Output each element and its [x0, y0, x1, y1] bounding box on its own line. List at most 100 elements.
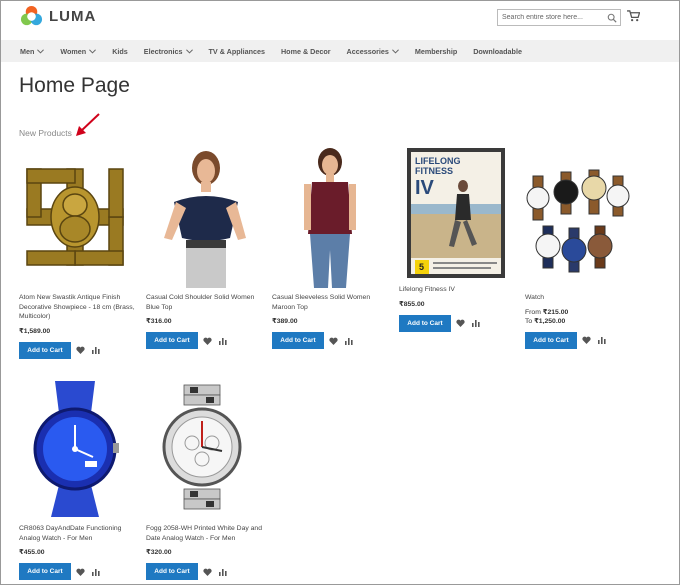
- nav-item-membership[interactable]: Membership: [415, 47, 457, 56]
- product-image[interactable]: [525, 146, 637, 288]
- store-logo[interactable]: LUMA: [20, 5, 96, 28]
- compare-icon[interactable]: [219, 337, 227, 345]
- nav-item-electronics[interactable]: Electronics: [144, 47, 193, 56]
- chevron-down-icon: [391, 48, 399, 53]
- add-to-cart-button[interactable]: Add to Cart: [146, 563, 198, 580]
- swastik-showpiece-image: [26, 168, 124, 266]
- compare-icon[interactable]: [345, 337, 353, 345]
- product-name[interactable]: Casual Sleeveless Solid Women Maroon Top: [272, 293, 392, 312]
- nav-item-women[interactable]: Women: [60, 46, 97, 56]
- chevron-down-icon: [185, 48, 193, 53]
- compare-icon[interactable]: [92, 568, 100, 576]
- nav-item-label: Women: [60, 46, 87, 56]
- add-to-cart-button[interactable]: Add to Cart: [272, 332, 324, 349]
- product-price: ₹455.00: [19, 549, 45, 556]
- price-from-label: From: [525, 308, 541, 316]
- add-to-cart-button[interactable]: Add to Cart: [525, 331, 577, 349]
- nav-item-men[interactable]: Men: [20, 46, 45, 56]
- dvd-title-line3: IV: [415, 177, 435, 199]
- blue-top-model-image: [164, 151, 246, 288]
- add-to-cart-button[interactable]: Add to Cart: [399, 314, 451, 332]
- section-heading-new-products: New Products: [19, 128, 72, 138]
- price-from: From ₹215.00: [525, 308, 645, 317]
- compare-icon[interactable]: [219, 568, 227, 576]
- nav-item-label: Membership: [414, 46, 458, 56]
- product-image[interactable]: [272, 146, 384, 288]
- nav-item-label: Electronics: [143, 46, 183, 56]
- product-name[interactable]: Fogg 2058-WH Printed White Day and Date …: [146, 524, 266, 543]
- product-price: ₹320.00: [146, 549, 172, 556]
- product-actions: Add to Cart: [525, 331, 645, 349]
- product-card[interactable]: CR8063 DayAndDate Functioning Analog Wat…: [19, 377, 139, 580]
- product-price: ₹855.00: [399, 300, 425, 308]
- price-to-label: To: [525, 317, 533, 325]
- fitness-dvd-image: LIFELONG FITNESS IV 5: [407, 148, 505, 278]
- search-box[interactable]: [497, 9, 621, 26]
- nav-item-label: Downloadable: [473, 46, 522, 56]
- nav-item-label: TV & Appliances: [208, 46, 265, 56]
- chevron-down-icon: [89, 48, 97, 53]
- cart-icon[interactable]: [627, 10, 640, 22]
- search-input[interactable]: [498, 10, 602, 25]
- wishlist-heart-icon[interactable]: [582, 336, 591, 344]
- product-price: ₹316.00: [146, 318, 172, 325]
- wishlist-heart-icon[interactable]: [76, 346, 85, 354]
- chevron-down-icon: [37, 48, 45, 53]
- white-chain-watch-image: [162, 384, 242, 510]
- product-card[interactable]: Watch From ₹215.00 To ₹1,250.00 Add to C…: [525, 146, 645, 349]
- nav-item-label: Accessories: [346, 46, 389, 56]
- product-card[interactable]: Atom New Swastik Antique Finish Decorati…: [19, 146, 139, 359]
- luma-logo-icon: [20, 5, 43, 26]
- add-to-cart-button[interactable]: Add to Cart: [146, 332, 198, 349]
- product-name[interactable]: CR8063 DayAndDate Functioning Analog Wat…: [19, 524, 139, 543]
- product-name[interactable]: Casual Cold Shoulder Solid Women Blue To…: [146, 293, 266, 312]
- product-image[interactable]: [19, 377, 131, 519]
- compare-icon[interactable]: [92, 346, 100, 354]
- product-name[interactable]: Watch: [525, 293, 645, 303]
- maroon-top-model-image: [304, 148, 356, 288]
- add-to-cart-button[interactable]: Add to Cart: [19, 341, 71, 359]
- price-to: To ₹1,250.00: [525, 317, 645, 326]
- product-image[interactable]: [146, 146, 258, 288]
- search-icon[interactable]: [607, 13, 617, 23]
- product-image[interactable]: [19, 146, 131, 288]
- product-card[interactable]: LIFELONG FITNESS IV 5 Lifelong Fitness I…: [399, 146, 519, 332]
- product-actions: Add to Cart: [19, 341, 139, 359]
- watch-set-image: [526, 169, 630, 273]
- page-title: Home Page: [19, 74, 130, 97]
- nav-item-tv-appliances[interactable]: TV & Appliances: [209, 47, 265, 56]
- dvd-title-line2: FITNESS: [415, 166, 453, 176]
- dvd-title-line1: LIFELONG: [415, 156, 461, 166]
- price-to-value: ₹1,250.00: [534, 317, 566, 325]
- add-to-cart-button[interactable]: Add to Cart: [19, 563, 71, 580]
- product-image[interactable]: LIFELONG FITNESS IV 5: [399, 146, 511, 280]
- wishlist-heart-icon[interactable]: [76, 568, 85, 576]
- wishlist-heart-icon[interactable]: [203, 568, 212, 576]
- product-actions: Add to Cart: [146, 563, 266, 580]
- product-card[interactable]: Casual Cold Shoulder Solid Women Blue To…: [146, 146, 266, 349]
- product-image[interactable]: [146, 377, 258, 519]
- nav-item-label: Home & Decor: [280, 46, 331, 56]
- nav-item-accessories[interactable]: Accessories: [347, 47, 399, 56]
- product-actions: Add to Cart: [146, 332, 266, 349]
- product-name[interactable]: Lifelong Fitness IV: [399, 285, 519, 295]
- annotation-arrow-icon: [76, 113, 100, 136]
- nav-item-downloadable[interactable]: Downloadable: [473, 47, 522, 56]
- price-range: From ₹215.00 To ₹1,250.00: [525, 308, 645, 326]
- nav-item-home-decor[interactable]: Home & Decor: [281, 47, 331, 56]
- product-card[interactable]: Casual Sleeveless Solid Women Maroon Top…: [272, 146, 392, 349]
- nav-item-label: Men: [20, 46, 35, 56]
- product-card[interactable]: Fogg 2058-WH Printed White Day and Date …: [146, 377, 266, 580]
- brand-name: LUMA: [49, 8, 97, 25]
- nav-item-kids[interactable]: Kids: [112, 47, 128, 56]
- compare-icon[interactable]: [472, 319, 480, 327]
- product-price: ₹1,589.00: [19, 327, 51, 335]
- blue-watch-image: [33, 381, 119, 517]
- compare-icon[interactable]: [598, 336, 606, 344]
- product-actions: Add to Cart: [272, 332, 392, 349]
- product-name[interactable]: Atom New Swastik Antique Finish Decorati…: [19, 293, 139, 322]
- price-from-value: ₹215.00: [542, 308, 569, 316]
- wishlist-heart-icon[interactable]: [203, 337, 212, 345]
- wishlist-heart-icon[interactable]: [329, 337, 338, 345]
- wishlist-heart-icon[interactable]: [456, 319, 465, 327]
